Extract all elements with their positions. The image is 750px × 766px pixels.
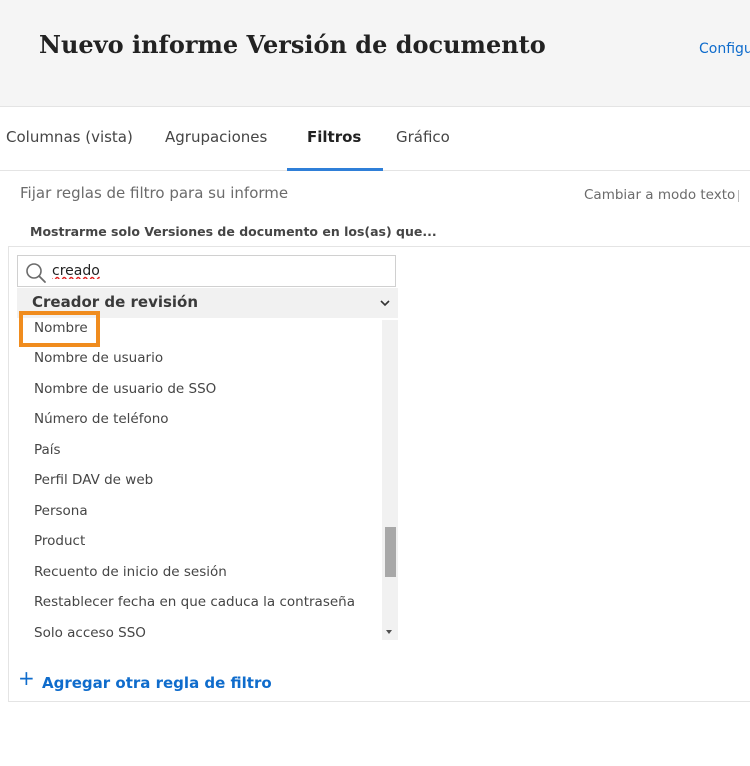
field-search-box[interactable] [17, 255, 396, 287]
option-solo-acceso-sso[interactable]: Solo acceso SSO [34, 625, 146, 641]
highlight-box [19, 311, 100, 347]
add-filter-rule-label: Agregar otra regla de filtro [42, 674, 272, 692]
page-header: Nuevo informe Versión de documento Confi… [0, 0, 750, 107]
option-persona[interactable]: Persona [34, 503, 88, 519]
option-numero-de-telefono[interactable]: Número de teléfono [34, 411, 169, 427]
configure-link[interactable]: Configur [699, 41, 750, 57]
chevron-down-icon[interactable] [379, 298, 391, 308]
text-mode-link[interactable]: Cambiar a modo texto [584, 187, 735, 203]
option-nombre-de-usuario[interactable]: Nombre de usuario [34, 350, 163, 366]
group-label: Creador de revisión [32, 293, 199, 311]
option-perfil-dav-de-web[interactable]: Perfil DAV de web [34, 472, 153, 488]
option-restablecer-fecha[interactable]: Restablecer fecha en que caduca la contr… [34, 594, 355, 610]
option-pais[interactable]: País [34, 442, 61, 458]
option-recuento-de-inicio-de-sesion[interactable]: Recuento de inicio de sesión [34, 564, 227, 580]
scroll-down-arrow-icon[interactable] [386, 630, 392, 634]
page-title: Nuevo informe Versión de documento [39, 30, 546, 59]
tab-columns[interactable]: Columnas (vista) [6, 107, 133, 170]
option-product[interactable]: Product [34, 533, 85, 549]
divider [738, 190, 739, 202]
option-nombre-de-usuario-de-sso[interactable]: Nombre de usuario de SSO [34, 381, 216, 397]
filter-rule-title: Mostrarme solo Versiones de documento en… [30, 224, 437, 239]
filters-subtitle: Fijar reglas de filtro para su informe [20, 184, 289, 202]
plus-icon: + [18, 666, 35, 690]
search-input[interactable] [52, 260, 382, 282]
scroll-thumb[interactable] [385, 527, 396, 577]
tab-filters[interactable]: Filtros [286, 107, 384, 171]
tab-chart[interactable]: Gráfico [396, 107, 450, 170]
tab-groupings[interactable]: Agrupaciones [165, 107, 267, 170]
dropdown-scrollbar[interactable] [382, 320, 398, 640]
tab-bar: Columnas (vista) Agrupaciones Filtros Gr… [0, 107, 750, 171]
search-icon [26, 263, 46, 283]
